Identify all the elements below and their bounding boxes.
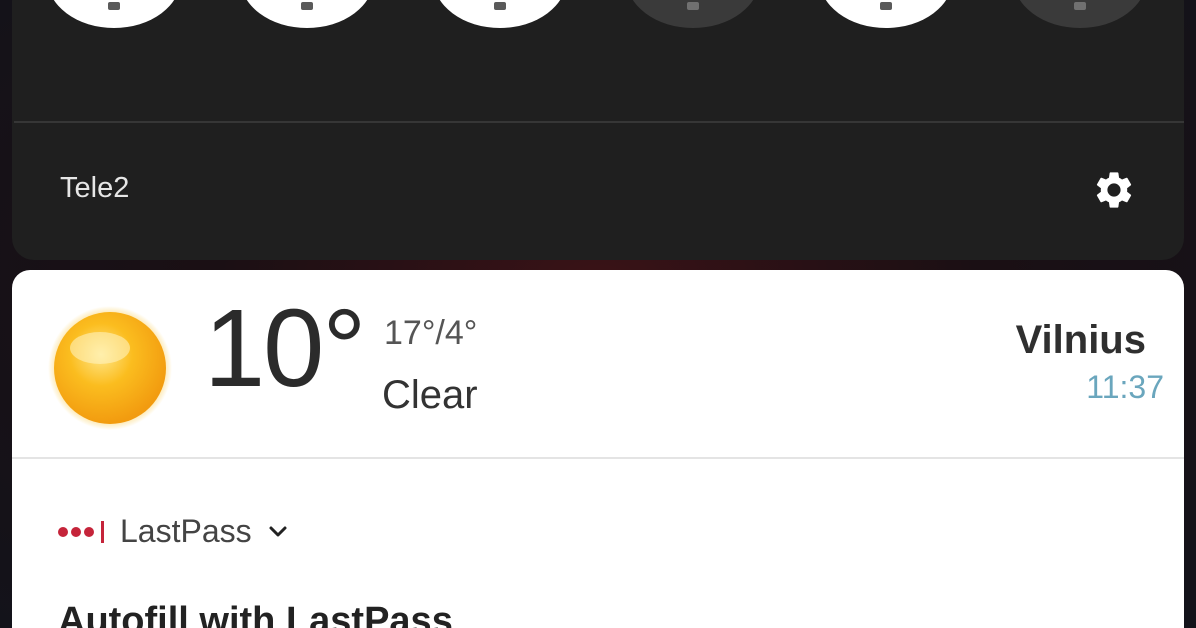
notification-title[interactable]: Autofill with LastPass xyxy=(58,600,453,628)
notification-header[interactable]: LastPass xyxy=(58,513,290,550)
quick-tile-wifi[interactable] xyxy=(47,0,181,28)
gear-icon[interactable] xyxy=(1092,168,1136,212)
quick-tile-battery-saver[interactable] xyxy=(1013,0,1147,28)
bluetooth-icon xyxy=(494,2,506,10)
notification-app-name: LastPass xyxy=(120,513,252,549)
high-low-temperature: 17°/4° xyxy=(384,314,478,352)
auto-rotate-icon xyxy=(880,2,892,10)
sun-icon xyxy=(48,306,172,430)
weather-time: 11:37 xyxy=(1086,369,1164,405)
quick-settings-panel xyxy=(12,0,1184,260)
quick-tile-bluetooth[interactable] xyxy=(433,0,567,28)
quick-tile-flashlight[interactable] xyxy=(626,0,760,28)
mobile-data-icon xyxy=(301,2,313,10)
wifi-icon xyxy=(108,2,120,10)
card-divider xyxy=(12,457,1184,459)
quick-tile-mobile-data[interactable] xyxy=(240,0,374,28)
battery-saver-icon xyxy=(1074,2,1086,10)
panel-divider xyxy=(14,121,1184,123)
weather-condition: Clear xyxy=(382,373,478,417)
notification-card: 10° 17°/4° Clear Vilnius 11:37 LastPass … xyxy=(12,270,1184,628)
current-temperature: 10° xyxy=(204,287,366,410)
carrier-name: Tele2 xyxy=(60,172,130,204)
lastpass-logo-icon xyxy=(58,520,104,543)
quick-tile-auto-rotate[interactable] xyxy=(819,0,953,28)
flashlight-icon xyxy=(687,2,699,10)
chevron-down-icon[interactable] xyxy=(266,520,290,544)
weather-city[interactable]: Vilnius xyxy=(1016,318,1146,363)
